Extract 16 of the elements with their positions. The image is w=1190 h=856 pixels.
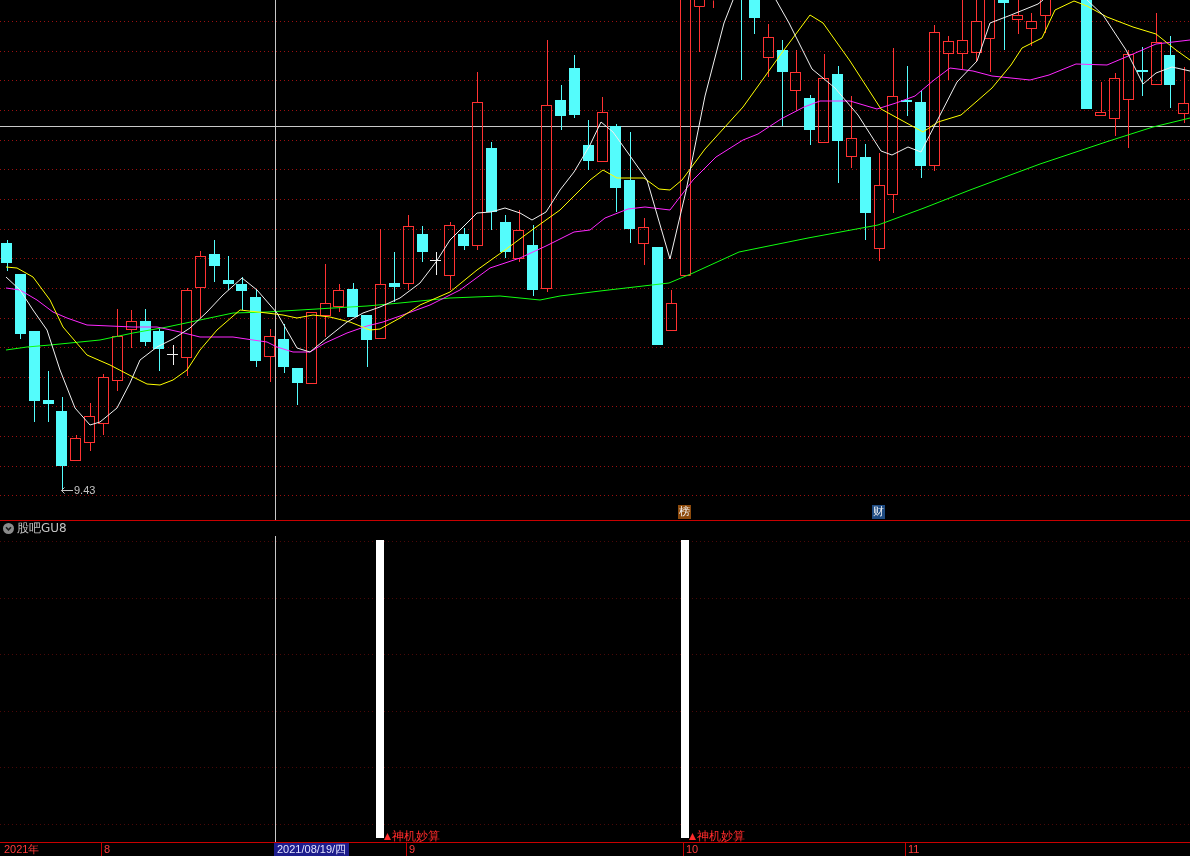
left-arrow-icon [61, 487, 73, 494]
axis-label: 9 [406, 843, 416, 856]
axis-label: 10 [683, 843, 699, 856]
event-marker[interactable]: 榜 [678, 505, 691, 519]
chevron-down-icon[interactable] [3, 523, 14, 534]
signal-label: 神机妙算 [697, 830, 745, 842]
axis-label: 2021年 [4, 843, 40, 856]
triangle-icon [689, 832, 696, 840]
indicator-title: 股吧GU8 [17, 521, 67, 536]
event-marker[interactable]: 财 [872, 505, 885, 519]
price-low-label: 9.43 [74, 484, 96, 496]
axis-label: 11 [905, 843, 920, 856]
cursor-date-label: 2021/08/19/四 [274, 843, 350, 856]
axis-label: 8 [101, 843, 111, 856]
triangle-icon [384, 832, 391, 840]
signal-label: 神机妙算 [392, 830, 440, 842]
